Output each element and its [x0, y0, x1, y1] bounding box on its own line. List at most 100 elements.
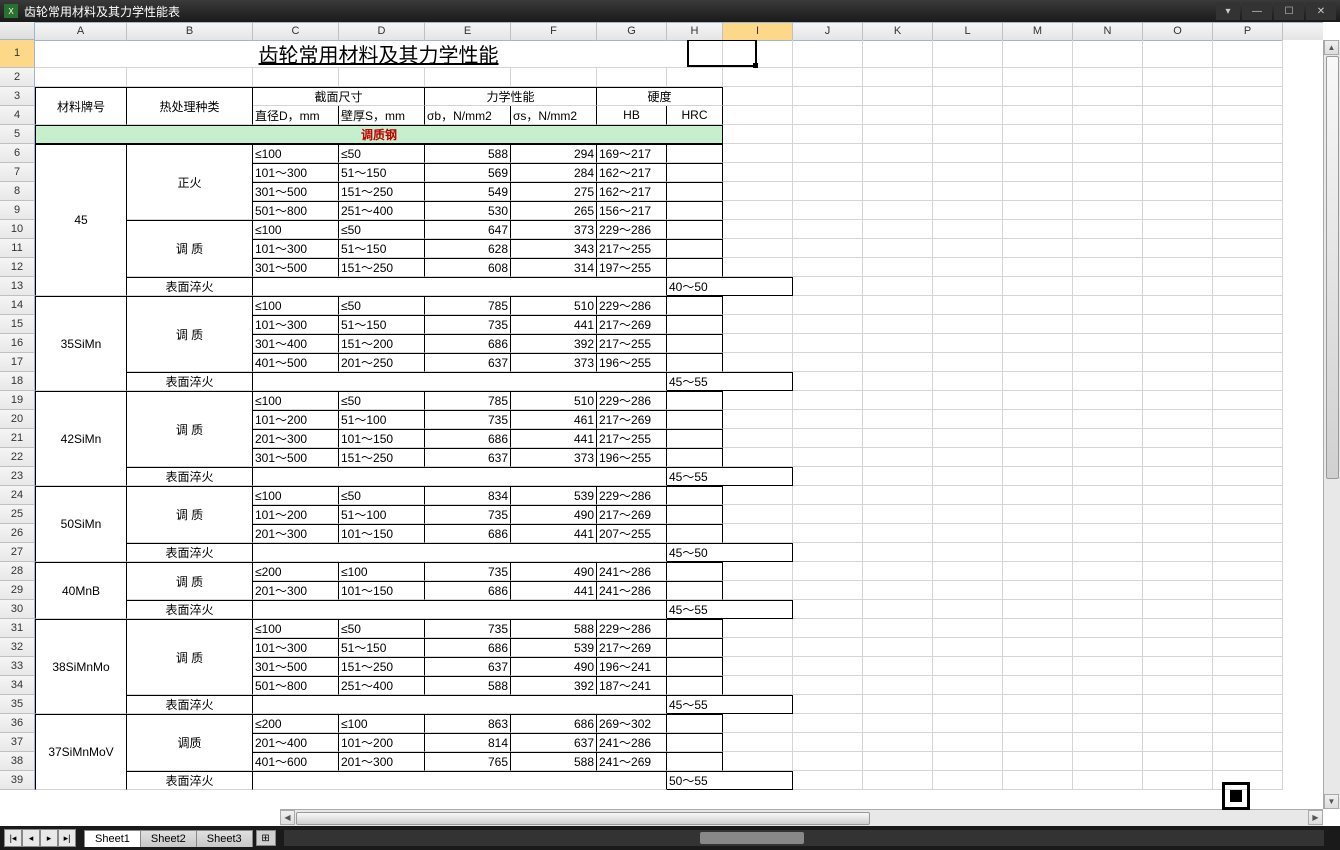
cell-F15[interactable]: 441 — [511, 315, 597, 334]
cell-F7[interactable]: 284 — [511, 163, 597, 182]
cell-O8[interactable] — [1143, 182, 1213, 201]
cell-N4[interactable] — [1073, 106, 1143, 125]
cell-H19[interactable] — [667, 391, 723, 410]
cell-F38[interactable]: 588 — [511, 752, 597, 771]
cell-P30[interactable] — [1213, 600, 1283, 619]
cell-F34[interactable]: 392 — [511, 676, 597, 695]
cell-E34[interactable]: 588 — [425, 676, 511, 695]
column-header-H[interactable]: H — [667, 23, 723, 41]
row-header-21[interactable]: 21 — [0, 429, 35, 448]
cell-I12[interactable] — [723, 258, 793, 277]
cell-J20[interactable] — [793, 410, 863, 429]
column-header-O[interactable]: O — [1143, 23, 1213, 41]
cell-F26[interactable]: 441 — [511, 524, 597, 543]
cell-P26[interactable] — [1213, 524, 1283, 543]
cell-G9[interactable]: 156～217 — [597, 201, 667, 220]
cell-J25[interactable] — [793, 505, 863, 524]
cell-A28[interactable]: 40MnB — [35, 562, 127, 619]
cell-J29[interactable] — [793, 581, 863, 600]
cell-C23[interactable] — [253, 467, 667, 486]
cell-H2[interactable] — [667, 68, 723, 87]
cell-C4[interactable]: 直径D，mm — [253, 106, 339, 125]
cell-L6[interactable] — [933, 144, 1003, 163]
cell-C24[interactable]: ≤100 — [253, 486, 339, 505]
cell-E26[interactable]: 686 — [425, 524, 511, 543]
cell-L20[interactable] — [933, 410, 1003, 429]
row-header-18[interactable]: 18 — [0, 372, 35, 391]
cell-D21[interactable]: 101～150 — [339, 429, 425, 448]
row-header-26[interactable]: 26 — [0, 524, 35, 543]
cell-I14[interactable] — [723, 296, 793, 315]
cell-E33[interactable]: 637 — [425, 657, 511, 676]
cell-C12[interactable]: 301～500 — [253, 258, 339, 277]
tab-last-button[interactable]: ▸| — [58, 829, 76, 847]
cell-D36[interactable]: ≤100 — [339, 714, 425, 733]
cell-M34[interactable] — [1003, 676, 1073, 695]
cell-D22[interactable]: 151～250 — [339, 448, 425, 467]
cell-I25[interactable] — [723, 505, 793, 524]
cell-N34[interactable] — [1073, 676, 1143, 695]
scroll-up-icon[interactable]: ▲ — [1324, 40, 1339, 55]
cell-G22[interactable]: 196～255 — [597, 448, 667, 467]
cell-N27[interactable] — [1073, 543, 1143, 562]
cell-H18[interactable]: 45～55 — [667, 372, 793, 391]
cell-I36[interactable] — [723, 714, 793, 733]
cell-M5[interactable] — [1003, 125, 1073, 144]
cell-O12[interactable] — [1143, 258, 1213, 277]
cell-O2[interactable] — [1143, 68, 1213, 87]
scroll-right-icon[interactable]: ▶ — [1308, 810, 1323, 825]
cell-F32[interactable]: 539 — [511, 638, 597, 657]
cell-H35[interactable]: 45～55 — [667, 695, 793, 714]
cell-O37[interactable] — [1143, 733, 1213, 752]
cell-G15[interactable]: 217～269 — [597, 315, 667, 334]
vertical-scroll-thumb[interactable] — [1326, 56, 1339, 479]
cell-P27[interactable] — [1213, 543, 1283, 562]
cell-P7[interactable] — [1213, 163, 1283, 182]
cell-P28[interactable] — [1213, 562, 1283, 581]
cell-M15[interactable] — [1003, 315, 1073, 334]
column-header-K[interactable]: K — [863, 23, 933, 41]
cell-H16[interactable] — [667, 334, 723, 353]
cell-K12[interactable] — [863, 258, 933, 277]
cell-M11[interactable] — [1003, 239, 1073, 258]
cell-J4[interactable] — [793, 106, 863, 125]
row-header-25[interactable]: 25 — [0, 505, 35, 524]
cell-I17[interactable] — [723, 353, 793, 372]
cell-I29[interactable] — [723, 581, 793, 600]
cell-K7[interactable] — [863, 163, 933, 182]
cell-K15[interactable] — [863, 315, 933, 334]
cell-M36[interactable] — [1003, 714, 1073, 733]
cell-O35[interactable] — [1143, 695, 1213, 714]
cell-B28[interactable]: 调 质 — [127, 562, 253, 600]
cell-K8[interactable] — [863, 182, 933, 201]
cell-N39[interactable] — [1073, 771, 1143, 790]
cell-P3[interactable] — [1213, 87, 1283, 106]
cell-M19[interactable] — [1003, 391, 1073, 410]
cell-D8[interactable]: 151～250 — [339, 182, 425, 201]
cell-O7[interactable] — [1143, 163, 1213, 182]
cell-O24[interactable] — [1143, 486, 1213, 505]
cell-F24[interactable]: 539 — [511, 486, 597, 505]
cell-H33[interactable] — [667, 657, 723, 676]
row-header-8[interactable]: 8 — [0, 182, 35, 201]
cell-I7[interactable] — [723, 163, 793, 182]
cell-G32[interactable]: 217～269 — [597, 638, 667, 657]
cell-I15[interactable] — [723, 315, 793, 334]
column-header-B[interactable]: B — [127, 23, 253, 41]
cell-J1[interactable] — [793, 40, 863, 68]
column-header-C[interactable]: C — [253, 23, 339, 41]
cell-K28[interactable] — [863, 562, 933, 581]
row-header-6[interactable]: 6 — [0, 144, 35, 163]
cell-L25[interactable] — [933, 505, 1003, 524]
cell-D33[interactable]: 151～250 — [339, 657, 425, 676]
cell-M26[interactable] — [1003, 524, 1073, 543]
cell-E22[interactable]: 637 — [425, 448, 511, 467]
cell-P16[interactable] — [1213, 334, 1283, 353]
cell-G12[interactable]: 197～255 — [597, 258, 667, 277]
cell-K37[interactable] — [863, 733, 933, 752]
cell-E2[interactable] — [425, 68, 511, 87]
cell-N8[interactable] — [1073, 182, 1143, 201]
row-header-7[interactable]: 7 — [0, 163, 35, 182]
cell-F22[interactable]: 373 — [511, 448, 597, 467]
column-header-A[interactable]: A — [35, 23, 127, 41]
